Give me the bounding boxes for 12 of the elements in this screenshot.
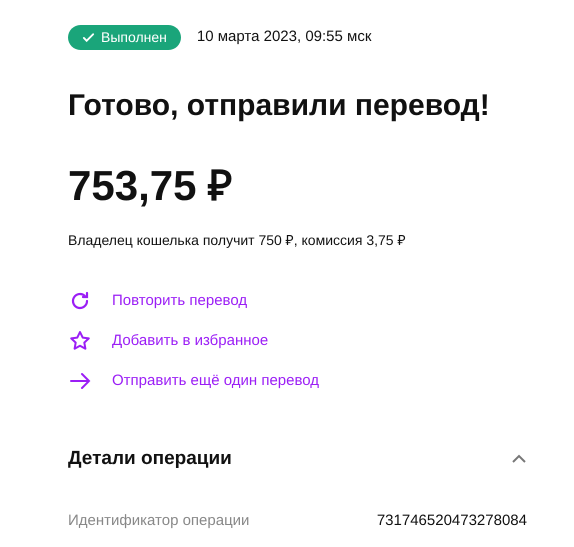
action-link[interactable]: Добавить в избранное bbox=[68, 329, 527, 353]
date-text: 10 марта 2023, 09:55 мск bbox=[196, 27, 372, 48]
page-title: Готово, отправили перевод! bbox=[68, 88, 491, 124]
action-link[interactable]: Повторить перевод bbox=[68, 289, 527, 313]
status-label: Выполнен bbox=[101, 28, 167, 47]
action-link[interactable]: Отправить ещё один перевод bbox=[68, 369, 527, 393]
details-header[interactable]: Детали операции bbox=[68, 445, 527, 474]
detail-label: Идентификатор операции bbox=[68, 510, 250, 530]
description-text: Владелец кошелька получит 750 ₽, комиссия 3,75 ₽ bbox=[68, 231, 406, 250]
check-icon bbox=[82, 31, 95, 44]
amount-text: 753,75 ₽ bbox=[68, 162, 234, 210]
detail-value: 731746520473278084 bbox=[376, 510, 527, 530]
